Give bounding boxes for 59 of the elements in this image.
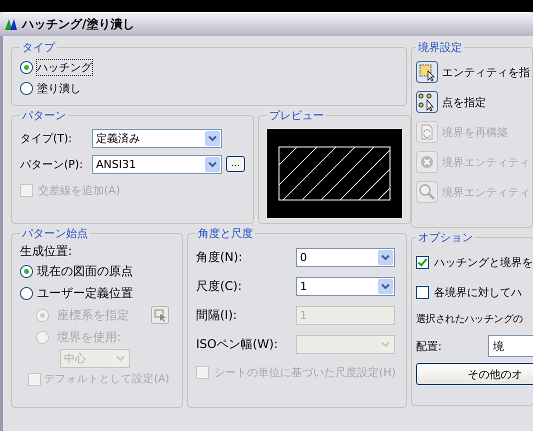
options-note: 選択されたハッチングの	[416, 313, 524, 327]
group-title: 境界設定	[417, 40, 463, 55]
checkbox[interactable]	[416, 256, 429, 268]
radio-label: 境界を使用:	[57, 328, 122, 346]
button-label: 境界エンティティ	[442, 184, 530, 200]
button-label: 点を指定	[442, 94, 486, 110]
boundary-button[interactable]: 点を指定	[416, 87, 530, 117]
radio-label: 座標系を指定	[57, 306, 129, 324]
radio-label: ハッチング	[37, 60, 92, 75]
chevron-down-icon[interactable]	[205, 156, 220, 172]
radio-button[interactable]	[20, 264, 33, 278]
radio-button[interactable]	[20, 82, 33, 95]
dropdown[interactable]: 境	[488, 335, 533, 357]
checkbox-label: デフォルトとして設定(A)	[44, 372, 170, 386]
chevron-down-icon[interactable]	[378, 279, 393, 294]
radio-label: ユーザー定義位置	[37, 284, 133, 302]
chevron-down-icon[interactable]	[378, 250, 393, 265]
field-label: 角度(N):	[196, 249, 244, 266]
field-label: ISOペン幅(W):	[196, 336, 279, 353]
checkbox-label: ハッチングと境界を	[434, 254, 533, 270]
field-label: タイプ(T):	[20, 130, 74, 146]
app-logo-icon	[4, 17, 18, 31]
radio-button[interactable]	[20, 61, 33, 74]
group-title: パターン始点	[21, 226, 89, 241]
field-label: 尺度(C):	[196, 278, 243, 295]
chevron-down-icon[interactable]	[205, 130, 220, 146]
remove-icon	[416, 151, 438, 173]
browse-button[interactable]: ...	[226, 156, 245, 172]
group-title: タイプ	[21, 40, 56, 55]
magnifier-icon	[416, 181, 438, 203]
field-label: 配置:	[416, 338, 443, 354]
caption-label: 生成位置:	[20, 243, 74, 260]
field-label: 間隔(I):	[196, 307, 238, 324]
button-label: 境界を再構築	[442, 124, 508, 140]
checkbox-label: シートの単位に基づいた尺度設定(H)	[214, 364, 396, 380]
refresh-document-icon	[416, 121, 438, 143]
checkbox-label: 交差線を追加(A)	[38, 182, 120, 198]
dropdown[interactable]: 定義済み	[92, 128, 222, 148]
pick-points-icon	[416, 91, 438, 113]
radio-label: 現在の図面の原点	[37, 262, 133, 280]
dropdown[interactable]: ANSI31	[92, 154, 222, 174]
boundary-button[interactable]: エンティティを指	[416, 57, 530, 87]
group-title: パターン	[21, 108, 67, 123]
dropdown[interactable]: 1	[296, 277, 395, 296]
group-title: プレビュー	[268, 108, 325, 123]
window-title: ハッチング/塗り潰し	[22, 16, 134, 32]
group-title: 角度と尺度	[197, 226, 254, 241]
radio-label: 塗り潰し	[37, 81, 81, 96]
field-label: パターン(P):	[20, 156, 84, 172]
checkbox[interactable]	[416, 286, 429, 298]
button-label: エンティティを指	[442, 64, 530, 80]
dropdown[interactable]: 0	[296, 248, 395, 267]
pick-point-icon[interactable]	[151, 306, 169, 324]
select-objects-icon	[416, 61, 438, 83]
more-options-button[interactable]: その他のオ	[416, 363, 533, 385]
button-label: 境界エンティティ	[442, 154, 530, 170]
group-title: オプション	[417, 230, 474, 245]
radio-button[interactable]	[20, 286, 33, 300]
checkbox-label: 各境界に対してハ	[434, 284, 522, 300]
